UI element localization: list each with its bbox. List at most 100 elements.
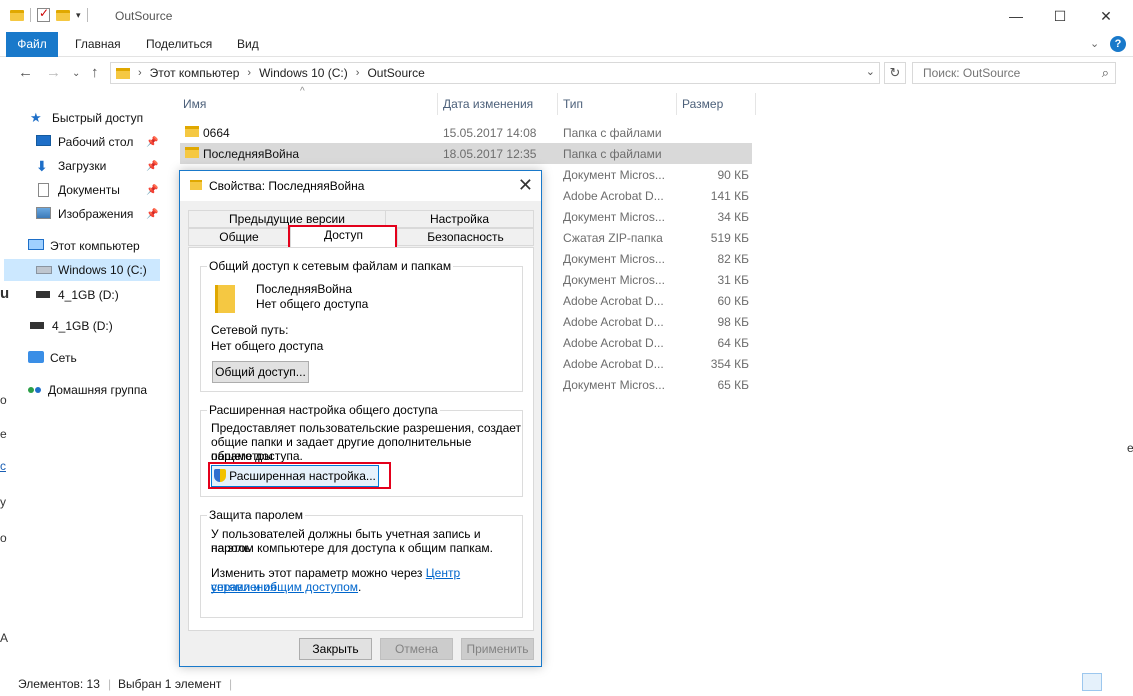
network-center-link-2[interactable]: сетями и общим доступом bbox=[211, 580, 358, 594]
nav-d-drive-child[interactable]: 4_1GB (D:) bbox=[36, 284, 119, 306]
column-header-name[interactable]: Имя bbox=[183, 97, 206, 111]
minimize-button[interactable]: — bbox=[993, 0, 1039, 32]
file-size: 60 КБ bbox=[717, 294, 749, 308]
tab-customize[interactable]: Настройка bbox=[385, 210, 534, 228]
nav-network[interactable]: Сеть bbox=[28, 347, 77, 369]
file-type: Adobe Acrobat D... bbox=[563, 336, 664, 350]
file-type: Документ Micros... bbox=[563, 252, 665, 266]
tab-home[interactable]: Главная bbox=[63, 32, 133, 57]
nav-documents[interactable]: Документы bbox=[36, 179, 120, 201]
table-row[interactable]: 0664 15.05.2017 14:08 Папка с файлами bbox=[180, 122, 752, 143]
file-type: Папка с файлами bbox=[563, 147, 662, 161]
column-divider[interactable] bbox=[676, 93, 677, 115]
shared-folder-state: Нет общего доступа bbox=[256, 297, 369, 311]
help-icon[interactable]: ? bbox=[1110, 36, 1126, 52]
dialog-title-bar: Свойства: ПоследняяВойна ✕ bbox=[180, 171, 541, 201]
refresh-icon[interactable]: ↻ bbox=[884, 62, 906, 84]
nav-label: Рабочий стол bbox=[58, 135, 134, 149]
nav-label: Изображения bbox=[58, 207, 134, 221]
usb-drive-icon bbox=[36, 291, 50, 298]
folder-icon bbox=[190, 180, 202, 190]
nav-quick-access[interactable]: ★ Быстрый доступ bbox=[30, 107, 143, 129]
background-text: А bbox=[0, 631, 9, 645]
image-icon bbox=[36, 207, 51, 219]
properties-icon[interactable] bbox=[37, 6, 50, 22]
dialog-close-icon[interactable]: ✕ bbox=[518, 175, 533, 196]
apply-button[interactable]: Применить bbox=[461, 638, 534, 660]
address-bar[interactable]: › Этот компьютер › Windows 10 (C:) › Out… bbox=[110, 62, 880, 84]
pin-icon[interactable]: 📌 bbox=[146, 137, 158, 148]
large-icons-view-icon[interactable] bbox=[1104, 673, 1124, 691]
search-box[interactable]: ⌕ bbox=[912, 62, 1116, 84]
nav-label: Быстрый доступ bbox=[52, 111, 144, 125]
breadcrumb-this-pc[interactable]: Этот компьютер bbox=[150, 66, 240, 80]
nav-homegroup[interactable]: Домашняя группа bbox=[28, 379, 147, 401]
file-type: Документ Micros... bbox=[563, 273, 665, 287]
toolbar-divider bbox=[86, 8, 88, 22]
tab-view[interactable]: Вид bbox=[225, 32, 271, 57]
column-header-date[interactable]: Дата изменения bbox=[443, 97, 533, 111]
folder-icon bbox=[215, 285, 235, 313]
nav-label: Этот компьютер bbox=[50, 239, 140, 253]
cancel-button[interactable]: Отмена bbox=[380, 638, 453, 660]
file-type: Adobe Acrobat D... bbox=[563, 294, 664, 308]
file-type: Сжатая ZIP-папка bbox=[563, 231, 663, 245]
nav-downloads[interactable]: ⬇ Загрузки bbox=[36, 155, 106, 177]
background-text: е bbox=[0, 427, 7, 441]
tab-security[interactable]: Безопасность bbox=[397, 228, 534, 246]
background-text: е bbox=[1127, 441, 1133, 455]
column-header-type[interactable]: Тип bbox=[563, 97, 583, 111]
close-button[interactable]: ✕ bbox=[1083, 0, 1129, 32]
file-type: Документ Micros... bbox=[563, 378, 665, 392]
nav-c-drive[interactable]: Windows 10 (C:) bbox=[4, 259, 160, 281]
file-size: 34 КБ bbox=[717, 210, 749, 224]
table-row[interactable]: ПоследняяВойна 18.05.2017 12:35 Папка с фа… bbox=[180, 143, 752, 164]
network-path-value: Нет общего доступа bbox=[211, 339, 324, 353]
toolbar-divider bbox=[30, 8, 31, 22]
column-divider[interactable] bbox=[755, 93, 756, 115]
new-folder-icon[interactable] bbox=[56, 9, 70, 21]
network-path-label: Сетевой путь: bbox=[211, 323, 289, 337]
background-text: o bbox=[0, 393, 7, 407]
star-icon: ★ bbox=[30, 110, 42, 125]
pin-icon[interactable]: 📌 bbox=[146, 209, 158, 220]
title-bar: ▾ OutSource — ☐ ✕ bbox=[0, 0, 1133, 32]
forward-icon[interactable]: → bbox=[46, 64, 61, 81]
maximize-button[interactable]: ☐ bbox=[1037, 0, 1083, 32]
tab-file[interactable]: Файл bbox=[6, 32, 58, 57]
share-button[interactable]: Общий доступ... bbox=[212, 361, 309, 383]
file-size: 64 КБ bbox=[717, 336, 749, 350]
pin-icon[interactable]: 📌 bbox=[146, 185, 158, 196]
back-icon[interactable]: ← bbox=[18, 64, 33, 81]
recent-locations-icon[interactable]: ⌄ bbox=[72, 68, 80, 79]
nav-label: 4_1GB (D:) bbox=[58, 288, 119, 302]
ribbon-tabs: Файл Главная Поделиться Вид bbox=[0, 32, 1133, 57]
nav-d-drive[interactable]: 4_1GB (D:) bbox=[30, 315, 113, 337]
nav-label: Сеть bbox=[50, 351, 77, 365]
details-view-icon[interactable] bbox=[1082, 673, 1102, 691]
tab-share[interactable]: Поделиться bbox=[134, 32, 224, 57]
column-divider[interactable] bbox=[557, 93, 558, 115]
column-divider[interactable] bbox=[437, 93, 438, 115]
column-header-size[interactable]: Размер bbox=[682, 97, 723, 111]
search-input[interactable] bbox=[923, 63, 1098, 83]
file-size: 82 КБ bbox=[717, 252, 749, 266]
breadcrumb-outsource[interactable]: OutSource bbox=[367, 66, 424, 80]
up-icon[interactable]: ↑ bbox=[91, 64, 99, 81]
navigation-pane: ★ Быстрый доступ Рабочий стол 📌 ⬇ Загруз… bbox=[0, 98, 162, 668]
nav-desktop[interactable]: Рабочий стол bbox=[36, 131, 133, 153]
usb-drive-icon bbox=[30, 322, 44, 329]
customize-toolbar-icon[interactable]: ▾ bbox=[76, 10, 81, 21]
breadcrumb-c-drive[interactable]: Windows 10 (C:) bbox=[259, 66, 348, 80]
address-dropdown-icon[interactable]: ⌄ bbox=[866, 65, 875, 78]
nav-images[interactable]: Изображения bbox=[36, 203, 133, 225]
pin-icon[interactable]: 📌 bbox=[146, 161, 158, 172]
close-dialog-button[interactable]: Закрыть bbox=[299, 638, 372, 660]
expand-ribbon-icon[interactable]: ⌄ bbox=[1090, 37, 1099, 50]
tab-general[interactable]: Общие bbox=[188, 228, 290, 246]
password-change-hint-2: сетями и общим доступом. bbox=[211, 580, 361, 594]
nav-this-pc[interactable]: Этот компьютер bbox=[28, 235, 140, 257]
search-icon[interactable]: ⌕ bbox=[1102, 65, 1109, 81]
file-size: 31 КБ bbox=[717, 273, 749, 287]
status-selected: Выбран 1 элемент bbox=[118, 677, 222, 691]
